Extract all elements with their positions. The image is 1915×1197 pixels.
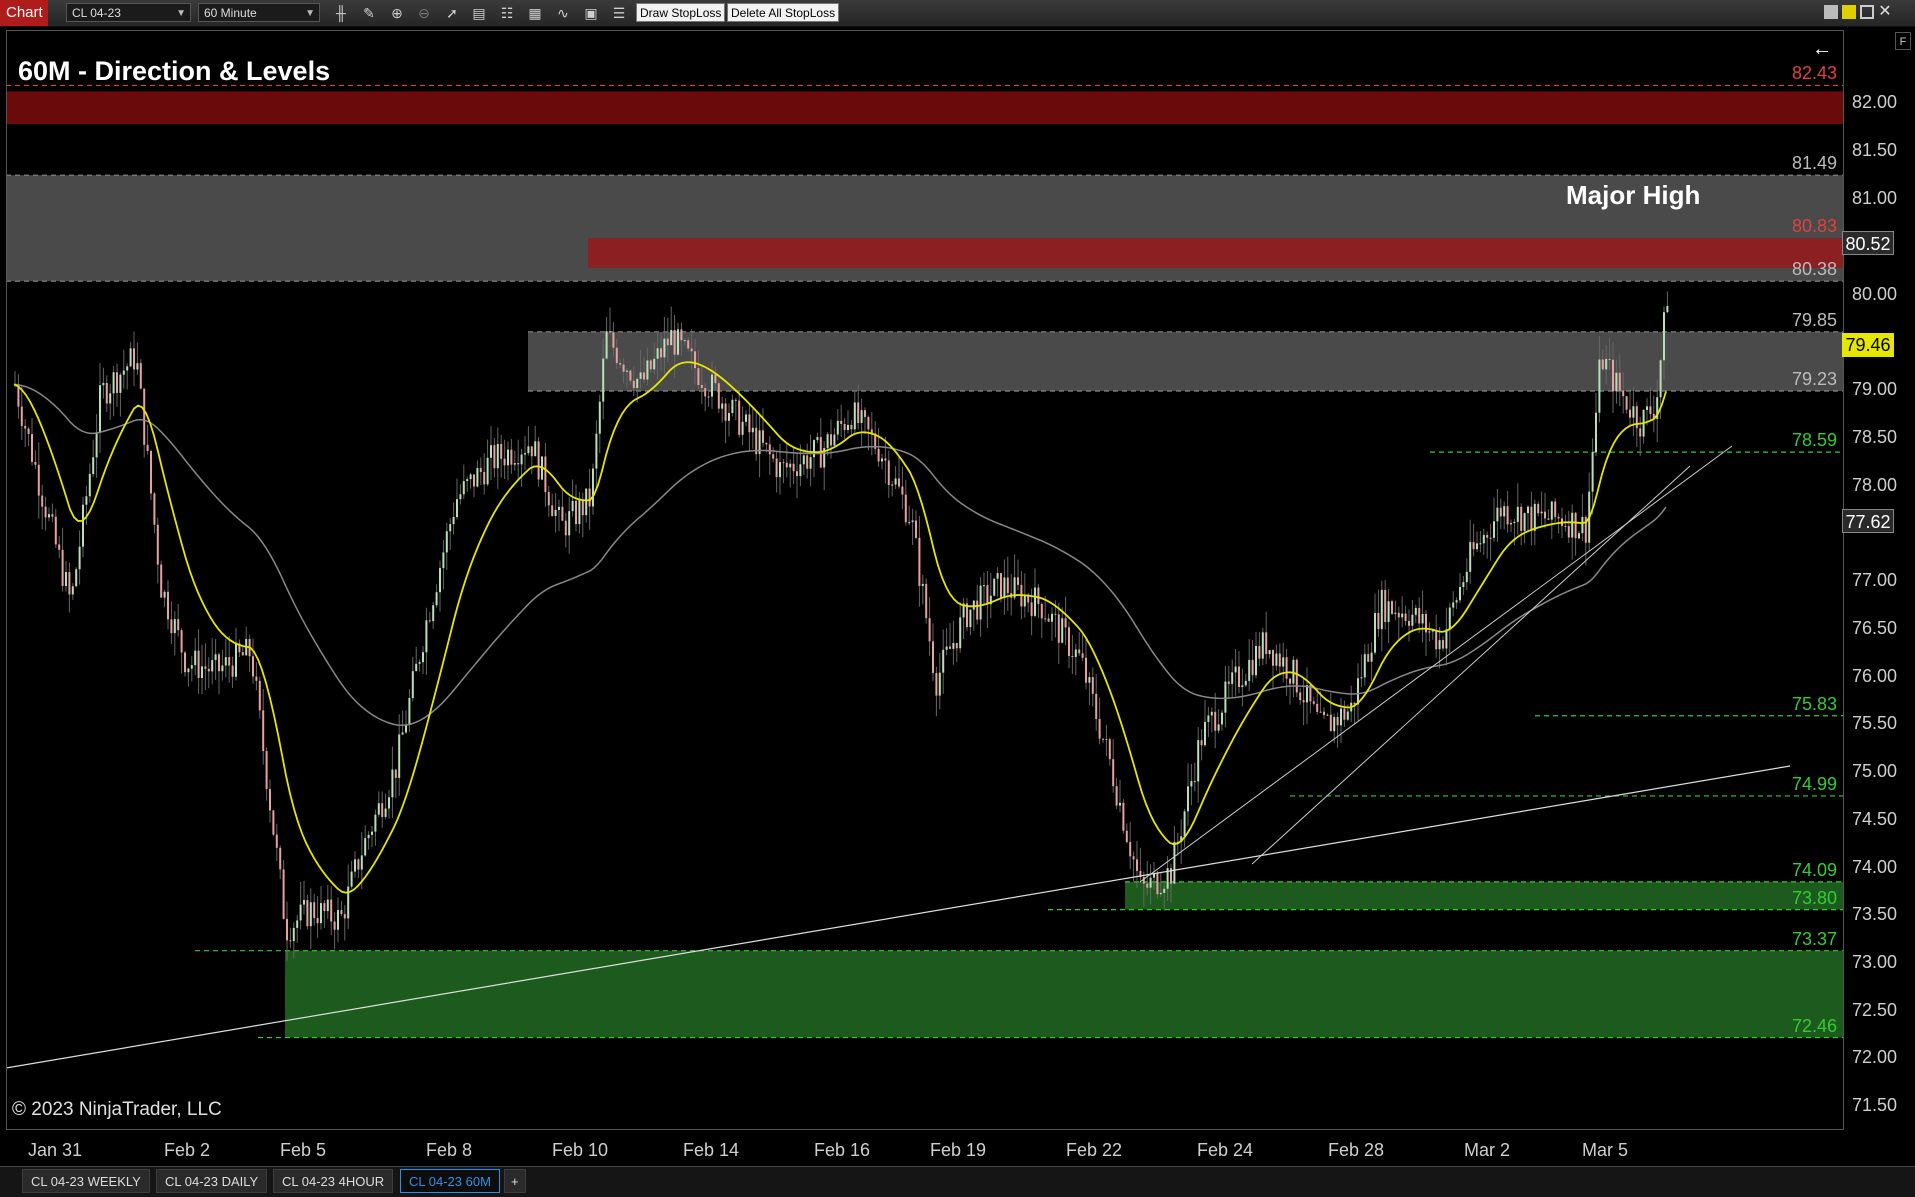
price-axis-label: 81.00 [1852, 188, 1898, 208]
time-axis-label: Feb 16 [814, 1140, 871, 1160]
price-axis-label: 71.50 [1852, 1095, 1898, 1115]
time-axis-label: Feb 22 [1066, 1140, 1123, 1160]
time-axis-label: Mar 5 [1582, 1140, 1629, 1160]
time-axis-label: Feb 19 [930, 1140, 987, 1160]
level-label: 75.83 [1792, 693, 1838, 714]
price-axis-label: 77.00 [1852, 570, 1898, 590]
price-axis-label: 73.00 [1852, 952, 1898, 972]
tab-weekly[interactable]: CL 04-23 WEEKLY [22, 1169, 150, 1193]
level-label: 74.09 [1792, 859, 1838, 880]
last-price-box: 80.52 [1842, 231, 1894, 255]
level-label: 81.49 [1792, 153, 1838, 174]
price-axis-label: 78.50 [1852, 427, 1898, 447]
price-axis-label: 76.00 [1852, 666, 1898, 686]
price-axis-label: 72.50 [1852, 1000, 1898, 1020]
level-label: 74.99 [1792, 773, 1838, 794]
tab-60m[interactable]: CL 04-23 60M [400, 1169, 500, 1193]
time-axis-label: Feb 2 [164, 1140, 211, 1160]
time-axis-label: Jan 31 [28, 1140, 83, 1160]
price-axis-label: 74.50 [1852, 809, 1898, 829]
price-axis-label: 73.50 [1852, 904, 1898, 924]
chart-tab-bar: CL 04-23 WEEKLY CL 04-23 DAILY CL 04-23 … [0, 1166, 1915, 1197]
level-label: 78.59 [1792, 430, 1838, 451]
time-axis-label: Feb 14 [683, 1140, 740, 1160]
time-axis-label: Feb 10 [552, 1140, 609, 1160]
tab-daily[interactable]: CL 04-23 DAILY [156, 1169, 268, 1193]
price-axis-label: 80.00 [1852, 284, 1898, 304]
level-label: 80.38 [1792, 259, 1838, 280]
price-axis-label: 78.00 [1852, 475, 1898, 495]
time-axis-label: Feb 24 [1197, 1140, 1254, 1160]
time-axis-label: Mar 2 [1464, 1140, 1511, 1160]
price-axis-label: 82.00 [1852, 92, 1898, 112]
ema-price-box: 79.46 [1842, 333, 1894, 357]
back-arrow-icon[interactable]: ← [1812, 38, 1832, 61]
level-label: 82.43 [1792, 63, 1838, 84]
chart-title: 60M - Direction & Levels [18, 56, 331, 86]
time-axis-label: Feb 5 [280, 1140, 327, 1160]
major-high-annotation: Major High [1566, 180, 1701, 210]
copyright-text: © 2023 NinjaTrader, LLC [12, 1099, 222, 1120]
level-label: 79.23 [1792, 369, 1838, 390]
level-label: 73.37 [1792, 928, 1838, 949]
tab-4hour[interactable]: CL 04-23 4HOUR [273, 1169, 394, 1193]
time-axis-label: Feb 8 [426, 1140, 473, 1160]
f-button[interactable]: F [1895, 32, 1911, 50]
level-label: 80.83 [1792, 216, 1838, 237]
price-axis-label: 81.50 [1852, 140, 1898, 160]
add-tab-button[interactable]: + [504, 1169, 526, 1193]
sma-price-box: 77.62 [1842, 509, 1894, 533]
level-label: 73.80 [1792, 887, 1838, 908]
price-axis-label: 72.00 [1852, 1047, 1898, 1067]
level-label: 79.85 [1792, 309, 1838, 330]
price-axis-label: 79.00 [1852, 379, 1898, 399]
level-label: 72.46 [1792, 1015, 1838, 1036]
price-axis-label: 75.00 [1852, 761, 1898, 781]
price-axis-label: 75.50 [1852, 713, 1898, 733]
price-axis-label: 74.00 [1852, 857, 1898, 877]
time-axis-label: Feb 28 [1328, 1140, 1385, 1160]
price-axis-label: 76.50 [1852, 618, 1898, 638]
